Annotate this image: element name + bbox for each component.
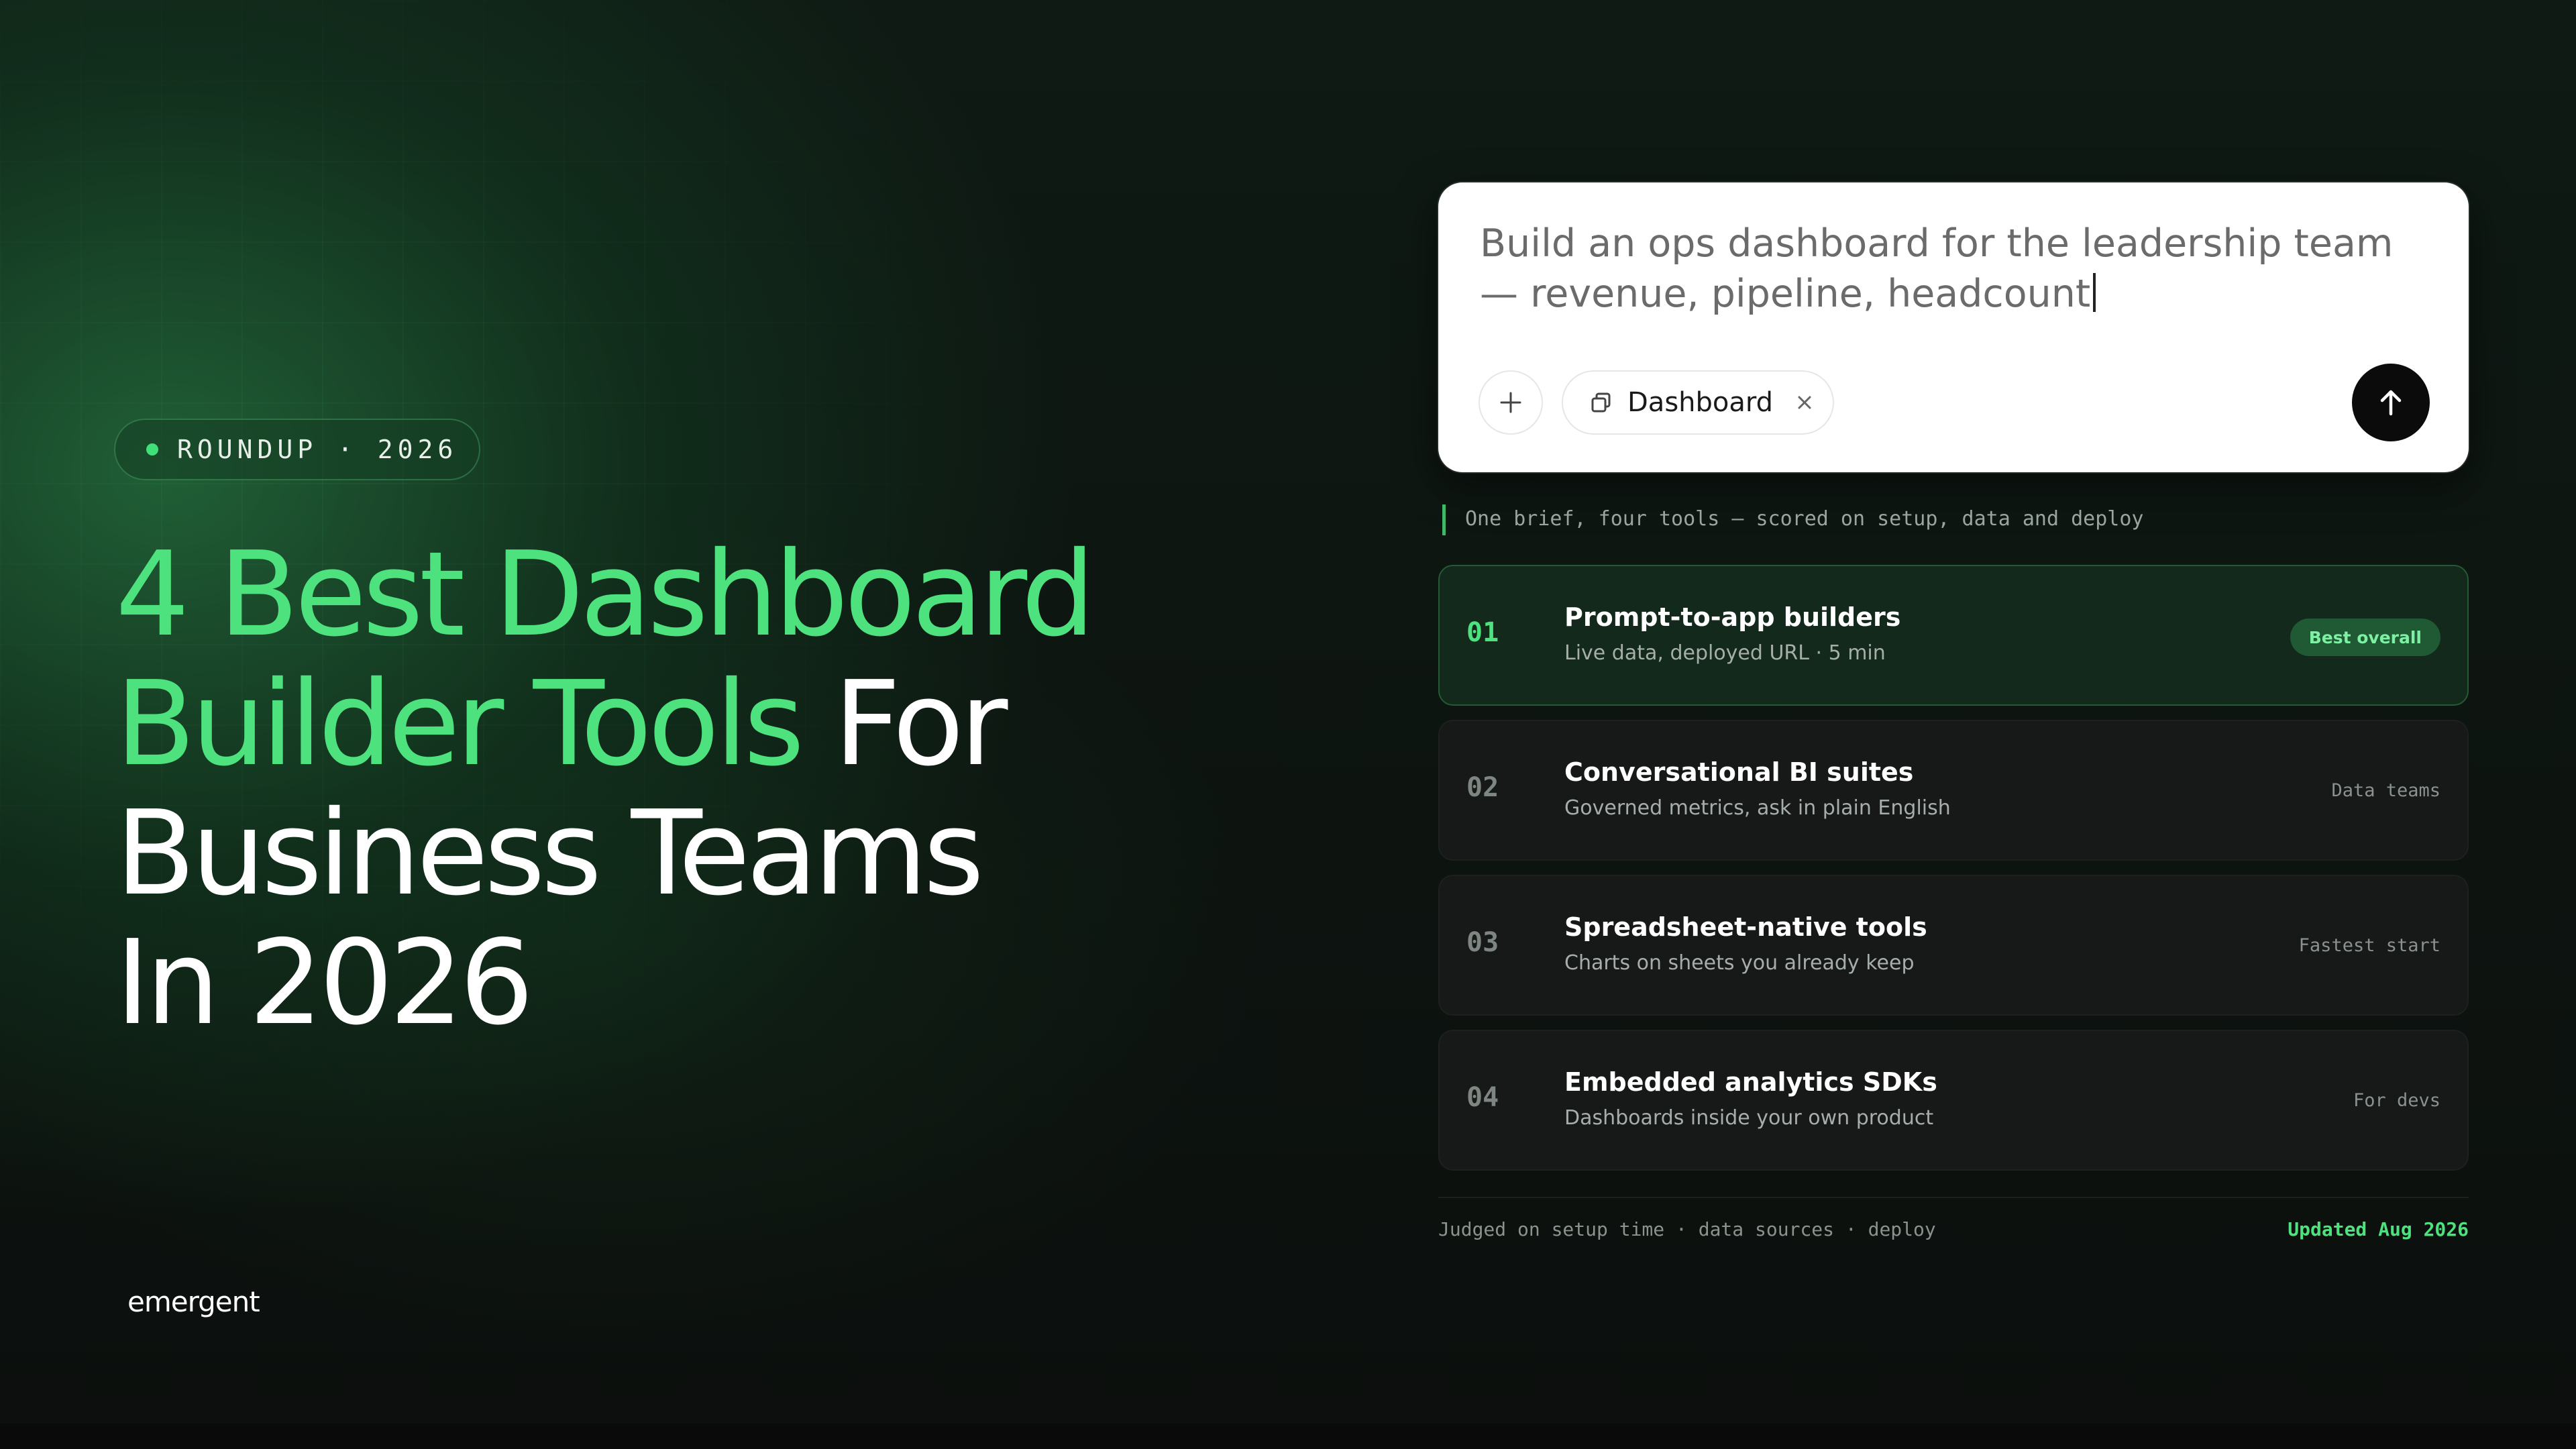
row-number: 02: [1466, 772, 1499, 803]
tool-row-1[interactable]: 01 Prompt-to-app builders Live data, dep…: [1438, 565, 2469, 706]
caption-accent: [1442, 504, 1446, 535]
tool-row-2[interactable]: 02 Conversational BI suites Governed met…: [1438, 720, 2469, 861]
row-title: Conversational BI suites: [1564, 757, 1914, 787]
caption: One brief, four tools — scored on setup,…: [1465, 507, 2144, 531]
prompt-card: Build an ops dashboard for the leadershi…: [1438, 182, 2469, 472]
chip-label: Dashboard: [1627, 387, 1774, 418]
row-title: Embedded analytics SDKs: [1564, 1067, 1937, 1097]
footer-updated: Updated Aug 2026: [2288, 1218, 2469, 1240]
close-icon[interactable]: [1796, 394, 1813, 411]
bottom-bar: [0, 1424, 2576, 1449]
plus-icon: [1500, 392, 1521, 413]
tool-row-4[interactable]: 04 Embedded analytics SDKs Dashboards in…: [1438, 1030, 2469, 1171]
roundup-badge-label: ROUNDUP · 2026: [177, 435, 458, 464]
title-line-2-white: For: [800, 656, 1008, 792]
row-subtitle: Charts on sheets you already keep: [1564, 951, 1915, 975]
copy-icon: [1591, 392, 1611, 413]
row-title: Spreadsheet-native tools: [1564, 912, 1927, 942]
best-overall-badge: Best overall: [2290, 619, 2440, 656]
title-line-2-green: Builder Tools: [115, 656, 804, 792]
send-button[interactable]: [2352, 364, 2430, 441]
row-title: Prompt-to-app builders: [1564, 602, 1901, 632]
brand-logo: emergent: [127, 1285, 260, 1318]
prompt-input-text: Build an ops dashboard for the leadershi…: [1480, 221, 2394, 316]
footer-divider: [1438, 1197, 2469, 1198]
row-number: 04: [1466, 1082, 1499, 1113]
text-caret: [2093, 273, 2096, 312]
row-tag: For devs: [2353, 1090, 2440, 1111]
title-line-4: In 2026: [115, 915, 534, 1051]
row-tag: Fastest start: [2298, 935, 2440, 956]
row-subtitle: Live data, deployed URL · 5 min: [1564, 641, 1886, 665]
title-line-1: 4 Best Dashboard: [115, 527, 1095, 663]
page-title: 4 Best Dashboard Builder Tools For Busin…: [115, 530, 1323, 1048]
row-number: 03: [1466, 927, 1499, 958]
row-tag: Data teams: [2331, 780, 2440, 801]
row-subtitle: Dashboards inside your own product: [1564, 1106, 1934, 1130]
arrow-up-icon: [2380, 390, 2402, 416]
prompt-input[interactable]: Build an ops dashboard for the leadershi…: [1480, 219, 2432, 319]
add-attachment-button[interactable]: [1479, 370, 1543, 435]
status-dot-icon: [146, 443, 158, 455]
title-line-2: Builder Tools For: [115, 659, 1323, 789]
roundup-badge: ROUNDUP · 2026: [114, 419, 480, 480]
dashboard-chip[interactable]: Dashboard: [1562, 370, 1834, 435]
row-subtitle: Governed metrics, ask in plain English: [1564, 796, 1951, 820]
footer-criteria: Judged on setup time · data sources · de…: [1438, 1218, 1936, 1240]
tool-row-3[interactable]: 03 Spreadsheet-native tools Charts on sh…: [1438, 875, 2469, 1016]
title-line-3: Business Teams: [115, 786, 984, 922]
row-number: 01: [1466, 617, 1499, 648]
